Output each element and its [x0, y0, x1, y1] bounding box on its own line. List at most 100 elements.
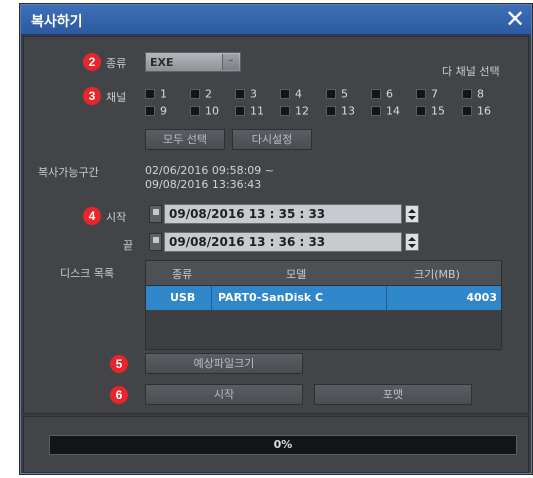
copy-range-end: 09/08/2016 13:36:43 [145, 178, 262, 191]
checkbox-icon [235, 106, 245, 116]
channel-checkbox-8[interactable]: 8 [462, 87, 484, 101]
channel-number: 2 [205, 87, 212, 101]
channel-checkbox-3[interactable]: 3 [235, 87, 257, 101]
channel-number: 1 [160, 87, 167, 101]
channel-checkbox-9[interactable]: 9 [145, 104, 167, 118]
checkbox-icon [326, 89, 336, 99]
reset-button[interactable]: 다시설정 [232, 129, 312, 150]
channel-number: 10 [205, 104, 219, 118]
end-time-spinner[interactable] [405, 233, 419, 251]
channel-number: 7 [431, 87, 438, 101]
checkbox-icon [416, 106, 426, 116]
checkbox-icon [280, 106, 290, 116]
channel-number: 9 [160, 104, 167, 118]
progress-text: 0% [273, 438, 293, 451]
channel-checkbox-14[interactable]: 14 [371, 104, 400, 118]
checkbox-icon [235, 89, 245, 99]
select-all-button[interactable]: 모두 선택 [145, 129, 225, 150]
end-time-row: 09/08/2016 13 : 36 : 33 [149, 232, 421, 252]
channel-number: 11 [250, 104, 264, 118]
dropdown-arrow-icon[interactable]: – [222, 54, 239, 70]
type-label: 종류 [106, 57, 127, 70]
marker-3: 3 [83, 87, 101, 105]
column-header-model: 모델 [286, 268, 307, 281]
checkbox-icon [326, 106, 336, 116]
marker-4: 4 [83, 207, 101, 225]
marker-2: 2 [83, 53, 101, 71]
channel-checkbox-4[interactable]: 4 [280, 87, 302, 101]
copy-progress-bar: 0% [49, 435, 517, 455]
flag-icon[interactable] [149, 233, 162, 251]
checkbox-icon [371, 89, 381, 99]
spinner-down-icon[interactable] [408, 244, 416, 248]
channel-checkbox-1[interactable]: 1 [145, 87, 167, 101]
format-button[interactable]: 포맷 [314, 384, 472, 405]
dialog-title: 복사하기 [31, 14, 83, 30]
channel-number: 16 [477, 104, 491, 118]
copy-range-start: 02/06/2016 09:58:09 ~ [145, 164, 275, 177]
copy-range-label: 복사가능구간 [38, 166, 99, 179]
start-time-label: 시작 [106, 211, 127, 224]
spinner-down-icon[interactable] [408, 216, 416, 220]
checkbox-icon [145, 89, 155, 99]
channel-number: 13 [341, 104, 355, 118]
column-divider [386, 286, 387, 310]
channel-number: 12 [295, 104, 309, 118]
progress-panel: 0% [23, 416, 529, 473]
spinner-up-icon[interactable] [408, 237, 416, 241]
channel-checkbox-6[interactable]: 6 [371, 87, 393, 101]
channel-checkbox-11[interactable]: 11 [235, 104, 264, 118]
disk-model-cell: PART0-SanDisk C [218, 291, 324, 304]
channel-number: 3 [250, 87, 257, 101]
start-button[interactable]: 시작 [145, 384, 303, 405]
disk-type-cell: USB [170, 291, 196, 304]
marker-5: 5 [110, 355, 128, 373]
type-select-value: EXE [150, 56, 174, 69]
channel-checkbox-2[interactable]: 2 [190, 87, 212, 101]
column-header-size: 크기(MB) [414, 268, 460, 281]
channel-checkbox-12[interactable]: 12 [280, 104, 309, 118]
spinner-up-icon[interactable] [408, 209, 416, 213]
checkbox-icon [371, 106, 381, 116]
disk-list-header: 종류 모델 크기(MB) [146, 261, 501, 286]
disk-list-table: 종류 모델 크기(MB) USB PART0-SanDisk C 4003 [145, 260, 502, 350]
channel-number: 6 [386, 87, 393, 101]
marker-6: 6 [110, 386, 128, 404]
channel-checkbox-13[interactable]: 13 [326, 104, 355, 118]
start-time-input[interactable]: 09/08/2016 13 : 35 : 33 [164, 204, 402, 224]
checkbox-icon [462, 89, 472, 99]
close-icon[interactable]: ✕ [501, 5, 529, 35]
checkbox-icon [462, 106, 472, 116]
channel-checkbox-10[interactable]: 10 [190, 104, 219, 118]
start-time-spinner[interactable] [405, 205, 419, 223]
channel-number: 4 [295, 87, 302, 101]
channel-number: 8 [477, 87, 484, 101]
disk-size-cell: 4003 [466, 291, 497, 304]
column-header-type: 종류 [172, 268, 193, 281]
checkbox-icon [145, 106, 155, 116]
disk-row[interactable]: USB PART0-SanDisk C 4003 [146, 286, 501, 310]
channel-checkbox-5[interactable]: 5 [326, 87, 348, 101]
column-divider [211, 286, 212, 310]
checkbox-icon [416, 89, 426, 99]
start-time-row: 09/08/2016 13 : 35 : 33 [149, 204, 421, 224]
end-time-label: 끝 [123, 239, 134, 252]
multi-channel-label: 다 채널 선택 [442, 65, 500, 78]
end-time-input[interactable]: 09/08/2016 13 : 36 : 33 [164, 232, 402, 252]
settings-panel: 2 종류 EXE – 다 채널 선택 3 채널 1 2 3 4 5 6 7 8 … [23, 36, 529, 414]
copy-dialog: 복사하기 ✕ 2 종류 EXE – 다 채널 선택 3 채널 1 2 3 4 5… [20, 4, 532, 474]
estimate-size-button[interactable]: 예상파일크기 [145, 353, 303, 374]
channel-checkbox-15[interactable]: 15 [416, 104, 445, 118]
checkbox-icon [190, 106, 200, 116]
titlebar: 복사하기 ✕ [21, 5, 531, 35]
channel-checkbox-16[interactable]: 16 [462, 104, 491, 118]
disk-list-label: 디스크 목록 [60, 267, 115, 280]
channel-checkbox-7[interactable]: 7 [416, 87, 438, 101]
flag-icon[interactable] [149, 205, 162, 223]
type-select[interactable]: EXE – [145, 52, 241, 72]
channel-number: 5 [341, 87, 348, 101]
checkbox-icon [190, 89, 200, 99]
channel-number: 15 [431, 104, 445, 118]
channel-number: 14 [386, 104, 400, 118]
checkbox-icon [280, 89, 290, 99]
